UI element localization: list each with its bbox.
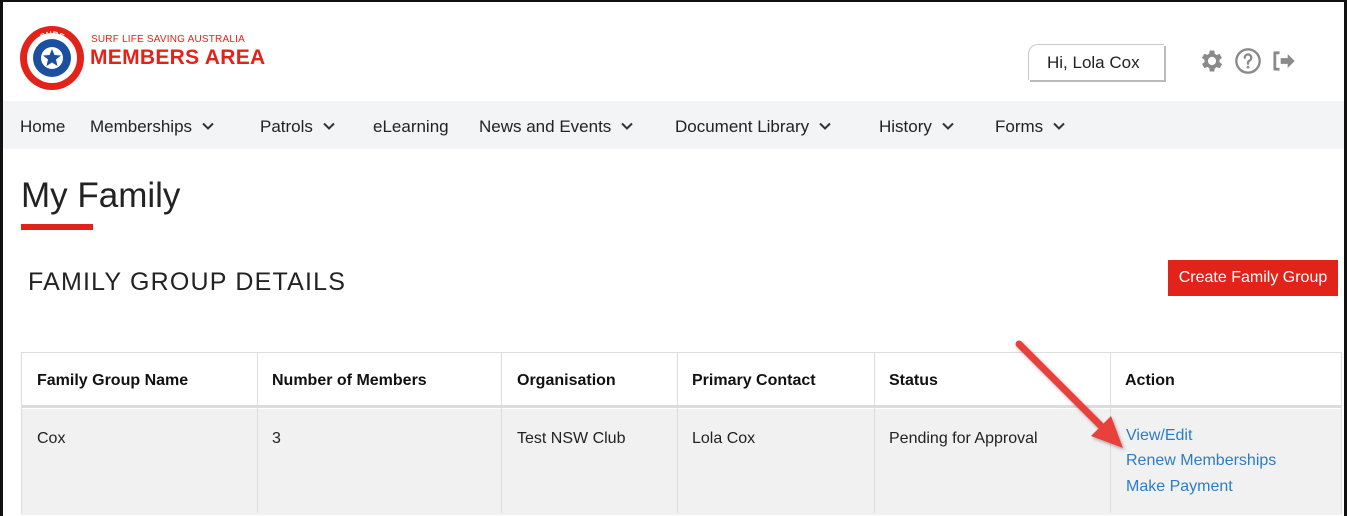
nav-item-patrols[interactable]: Patrols	[260, 117, 335, 137]
brand-title[interactable]: MEMBERS AREA	[90, 46, 266, 70]
nav-item-memberships[interactable]: Memberships	[90, 117, 214, 137]
chevron-down-icon	[819, 122, 831, 130]
nav-item-news-and-events[interactable]: News and Events	[479, 117, 634, 137]
logout-icon[interactable]	[1269, 47, 1297, 75]
nav-item-history[interactable]: History	[879, 117, 954, 137]
column-divider	[874, 353, 875, 513]
nav-item-forms[interactable]: Forms	[995, 117, 1065, 137]
column-header-family-group-name: Family Group Name	[37, 372, 189, 389]
nav-item-label: Forms	[995, 117, 1044, 136]
gear-icon[interactable]	[1198, 47, 1226, 75]
nav-item-label: Document Library	[675, 117, 810, 136]
nav-item-home[interactable]: Home	[20, 117, 65, 137]
main-navbar: Home Memberships Patrols eLearning News …	[3, 101, 1344, 149]
nav-item-label: eLearning	[373, 117, 449, 136]
site-header: SURF LIFE SAVING SURF LIFE SAVING AUSTRA…	[3, 2, 1344, 101]
page-title: My Family	[21, 176, 181, 215]
section-title: FAMILY GROUP DETAILS	[28, 268, 347, 296]
nav-item-label: History	[879, 117, 932, 136]
column-header-organisation: Organisation	[517, 372, 616, 389]
user-greeting-badge[interactable]: Hi, Lola Cox	[1028, 44, 1164, 80]
cell-organisation: Test NSW Club	[517, 430, 626, 447]
make-payment-link[interactable]: Make Payment	[1126, 478, 1233, 496]
annotation-arrow-icon	[1015, 340, 1123, 448]
nav-item-label: Memberships	[90, 117, 193, 136]
chevron-down-icon	[621, 122, 634, 130]
nav-item-label: Home	[20, 117, 66, 136]
cell-number-of-members: 3	[272, 430, 281, 447]
column-header-number-of-members: Number of Members	[272, 372, 427, 389]
chevron-down-icon	[942, 122, 954, 130]
column-divider	[501, 353, 502, 513]
nav-item-label: Patrols	[260, 117, 313, 136]
create-family-group-button[interactable]: Create Family Group	[1168, 260, 1338, 296]
column-divider	[677, 353, 678, 513]
renew-memberships-link[interactable]: Renew Memberships	[1126, 452, 1276, 470]
cell-primary-contact: Lola Cox	[692, 430, 756, 447]
chevron-down-icon	[323, 122, 335, 130]
nav-item-elearning[interactable]: eLearning	[373, 117, 449, 137]
surf-life-saving-logo[interactable]: SURF LIFE SAVING	[17, 22, 87, 92]
help-icon[interactable]	[1234, 47, 1262, 75]
chevron-down-icon	[202, 122, 214, 130]
chevron-down-icon	[1053, 122, 1065, 130]
title-underline	[21, 224, 93, 230]
brand-tagline: SURF LIFE SAVING AUSTRALIA	[91, 34, 245, 45]
nav-item-label: News and Events	[479, 117, 612, 136]
column-header-status: Status	[889, 372, 938, 389]
column-header-primary-contact: Primary Contact	[692, 372, 816, 389]
cell-family-group-name: Cox	[37, 430, 66, 447]
column-divider	[257, 353, 258, 513]
nav-item-document-library[interactable]: Document Library	[675, 117, 831, 137]
